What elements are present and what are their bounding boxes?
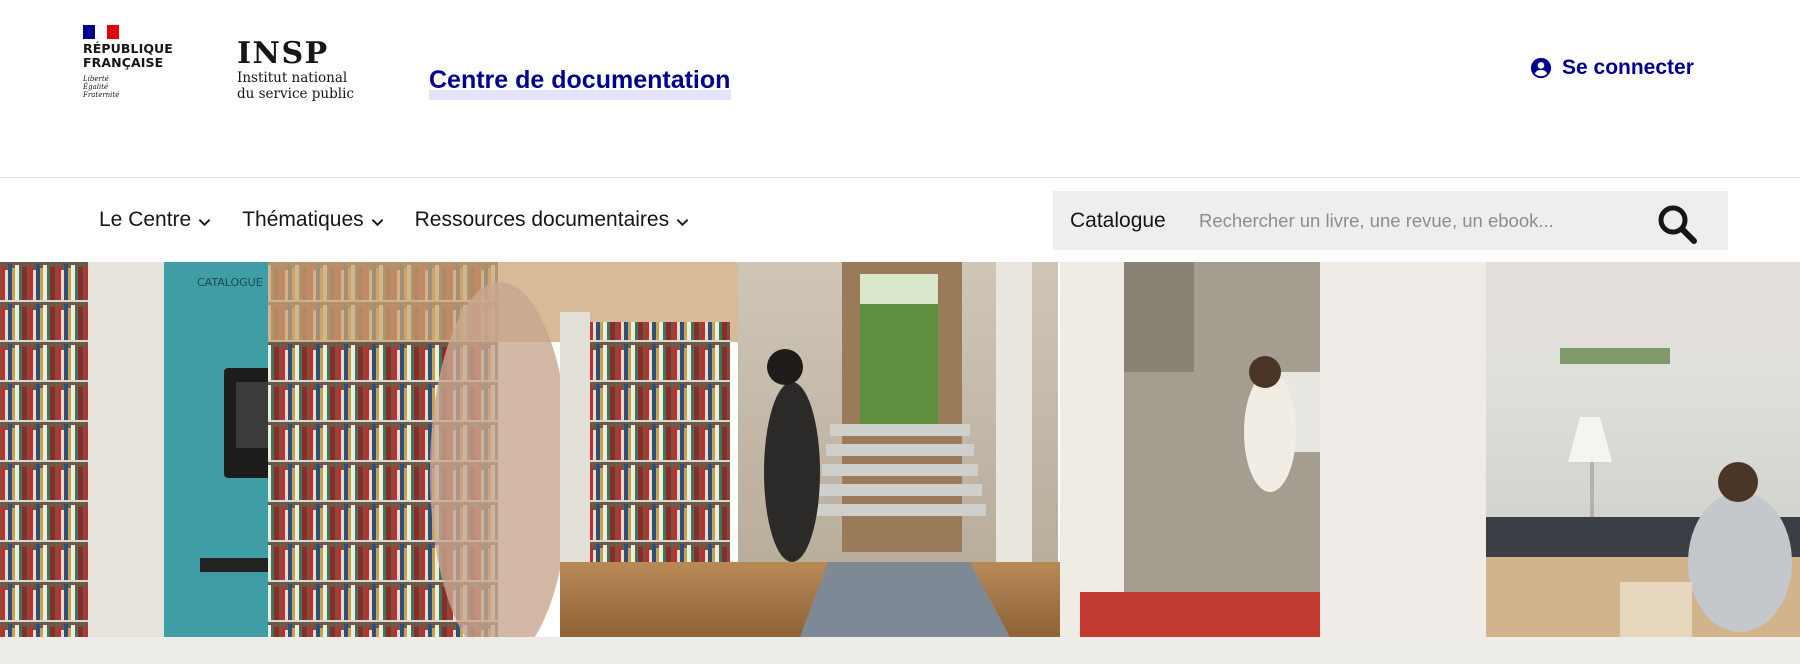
insp-acronym: INSP bbox=[237, 36, 329, 71]
french-flag-icon bbox=[83, 25, 119, 39]
motto-liberte: Liberté bbox=[83, 75, 109, 83]
motto-fraternite: Fraternité bbox=[83, 91, 120, 99]
motto-egalite: Égalité bbox=[83, 83, 109, 91]
login-button[interactable]: Se connecter bbox=[1530, 56, 1694, 80]
library-interior-image: CATALOGUE bbox=[0, 262, 1800, 637]
user-circle-icon bbox=[1530, 57, 1552, 79]
nav-item-label: Thématiques bbox=[242, 208, 364, 231]
insp-name-line1: Institut national bbox=[237, 70, 348, 86]
chevron-down-icon bbox=[198, 219, 211, 227]
search-scope-label: Catalogue bbox=[1070, 208, 1166, 232]
chevron-down-icon bbox=[371, 219, 383, 227]
search-button[interactable] bbox=[1656, 203, 1698, 245]
site-title-link[interactable]: Centre de documentation bbox=[429, 64, 732, 100]
login-label: Se connecter bbox=[1562, 56, 1694, 79]
library-banner-photo: CATALOGUE bbox=[0, 262, 1800, 637]
insp-name-line2: du service public bbox=[237, 86, 354, 102]
republic-name-line1: RÉPUBLIQUE bbox=[83, 41, 173, 56]
page-content-background bbox=[0, 637, 1800, 664]
insp-logo[interactable]: INSP Institut national du service public bbox=[237, 36, 354, 103]
nav-menu: Le Centre Thématiques Ressources documen… bbox=[99, 208, 720, 232]
chevron-down-icon bbox=[676, 219, 689, 227]
catalogue-sign: CATALOGUE bbox=[197, 276, 263, 289]
nav-item-label: Le Centre bbox=[99, 208, 192, 231]
site-header: RÉPUBLIQUE FRANÇAISE Liberté Égalité Fra… bbox=[0, 0, 1800, 178]
republic-name-line2: FRANÇAISE bbox=[83, 55, 164, 70]
nav-item-ressources-documentaires[interactable]: Ressources documentaires bbox=[415, 208, 689, 232]
search-icon bbox=[1658, 205, 1697, 244]
republic-motto: Liberté Égalité Fraternité bbox=[83, 75, 193, 99]
main-navigation: Le Centre Thématiques Ressources documen… bbox=[0, 178, 1800, 262]
nav-item-le-centre[interactable]: Le Centre bbox=[99, 208, 211, 232]
search-input[interactable] bbox=[1197, 199, 1621, 242]
republique-francaise-logo[interactable]: RÉPUBLIQUE FRANÇAISE Liberté Égalité Fra… bbox=[83, 25, 193, 99]
nav-item-label: Ressources documentaires bbox=[414, 208, 670, 231]
nav-item-thematiques[interactable]: Thématiques bbox=[242, 208, 383, 232]
catalogue-search-bar: Catalogue bbox=[1053, 191, 1728, 250]
